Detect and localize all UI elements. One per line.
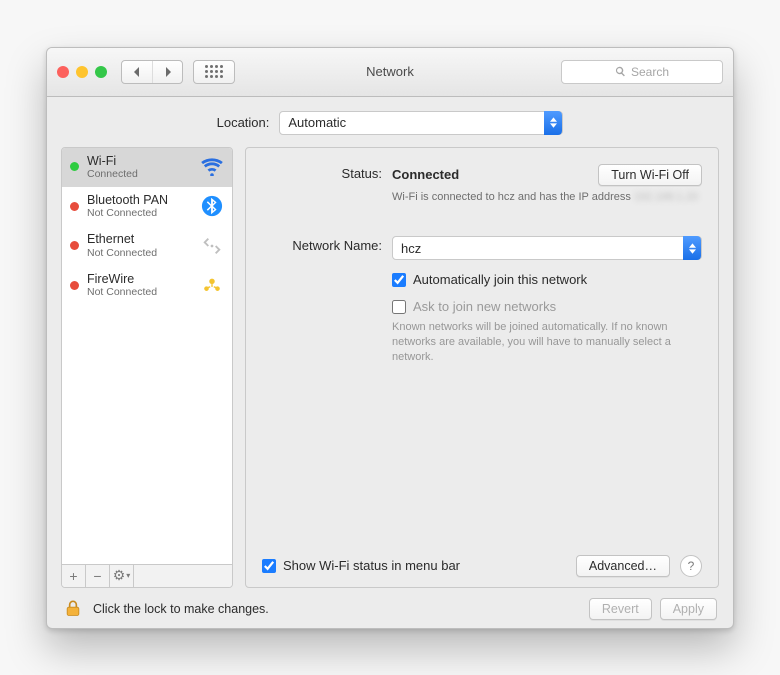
sidebar-item-firewire[interactable]: FireWire Not Connected [62,266,232,305]
service-sidebar: Wi-Fi Connected Bluetooth PAN Not Connec… [61,147,233,588]
search-placeholder: Search [631,65,669,79]
back-button[interactable] [122,61,152,83]
zoom-icon[interactable] [95,66,107,78]
revert-button[interactable]: Revert [589,598,652,620]
ethernet-icon [200,234,224,258]
status-dot-icon [70,241,79,250]
auto-join-checkbox[interactable]: Automatically join this network [392,272,702,287]
forward-button[interactable] [152,61,182,83]
popup-arrows-icon [683,236,701,260]
location-select[interactable]: Automatic [279,111,563,135]
network-prefs-window: { "window": { "title": "Network" }, "too… [46,47,734,629]
gear-icon: ⚙︎ [113,567,126,584]
sidebar-item-ethernet[interactable]: Ethernet Not Connected [62,226,232,265]
sidebar-item-status: Connected [87,168,192,180]
status-dot-icon [70,202,79,211]
advanced-button[interactable]: Advanced… [576,555,670,577]
help-button[interactable]: ? [680,555,702,577]
add-service-button[interactable]: + [62,565,86,587]
sidebar-item-status: Not Connected [87,247,192,259]
remove-service-button[interactable]: − [86,565,110,587]
body: Location: Automatic Wi-Fi Connected [47,97,733,628]
lock-icon[interactable] [63,598,85,620]
sidebar-footer: + − ⚙︎▾ [62,564,232,587]
detail-panel: Status: Connected Turn Wi-Fi Off Wi-Fi i… [245,147,719,588]
status-label: Status: [262,164,392,181]
network-name-select[interactable]: hcz [392,236,702,260]
show-all-button[interactable] [193,60,235,84]
location-row: Location: Automatic [61,111,719,135]
titlebar: Network Search [47,48,733,97]
search-icon [615,66,626,77]
close-icon[interactable] [57,66,69,78]
sidebar-item-label: Wi-Fi [87,154,192,168]
bluetooth-icon [200,194,224,218]
window-controls [57,66,107,78]
firewire-icon [200,273,224,297]
window-footer: Click the lock to make changes. Revert A… [61,588,719,622]
apply-button[interactable]: Apply [660,598,717,620]
service-list: Wi-Fi Connected Bluetooth PAN Not Connec… [62,148,232,564]
wifi-icon [200,155,224,179]
status-dot-icon [70,281,79,290]
sidebar-item-bluetooth-pan[interactable]: Bluetooth PAN Not Connected [62,187,232,226]
show-menubar-input[interactable] [262,559,276,573]
sidebar-item-label: FireWire [87,272,192,286]
location-value: Automatic [288,115,346,130]
auto-join-input[interactable] [392,273,406,287]
status-dot-icon [70,162,79,171]
wifi-toggle-button[interactable]: Turn Wi-Fi Off [598,164,702,186]
minimize-icon[interactable] [76,66,88,78]
service-action-button[interactable]: ⚙︎▾ [110,565,134,587]
ip-address-masked: 192.168.1.20 [634,191,698,203]
sidebar-item-status: Not Connected [87,207,192,219]
ask-join-checkbox[interactable]: Ask to join new networks [392,299,702,314]
show-menubar-checkbox[interactable]: Show Wi-Fi status in menu bar [262,558,460,573]
sidebar-item-label: Ethernet [87,232,192,246]
location-label: Location: [217,115,270,130]
ask-join-input[interactable] [392,300,406,314]
status-help-text: Wi-Fi is connected to hcz and has the IP… [392,190,702,205]
sidebar-item-wifi[interactable]: Wi-Fi Connected [62,148,232,187]
sidebar-item-status: Not Connected [87,286,192,298]
status-value: Connected [392,167,459,182]
lock-text: Click the lock to make changes. [93,602,269,616]
sidebar-item-label: Bluetooth PAN [87,193,192,207]
grid-icon [205,65,223,78]
network-name-value: hcz [401,241,421,256]
ask-join-help-text: Known networks will be joined automatica… [392,320,702,365]
search-input[interactable]: Search [561,60,723,84]
popup-arrows-icon [544,111,562,135]
network-name-label: Network Name: [262,236,392,253]
sidebar-footer-spacer [134,565,232,587]
nav-segment [121,60,183,84]
